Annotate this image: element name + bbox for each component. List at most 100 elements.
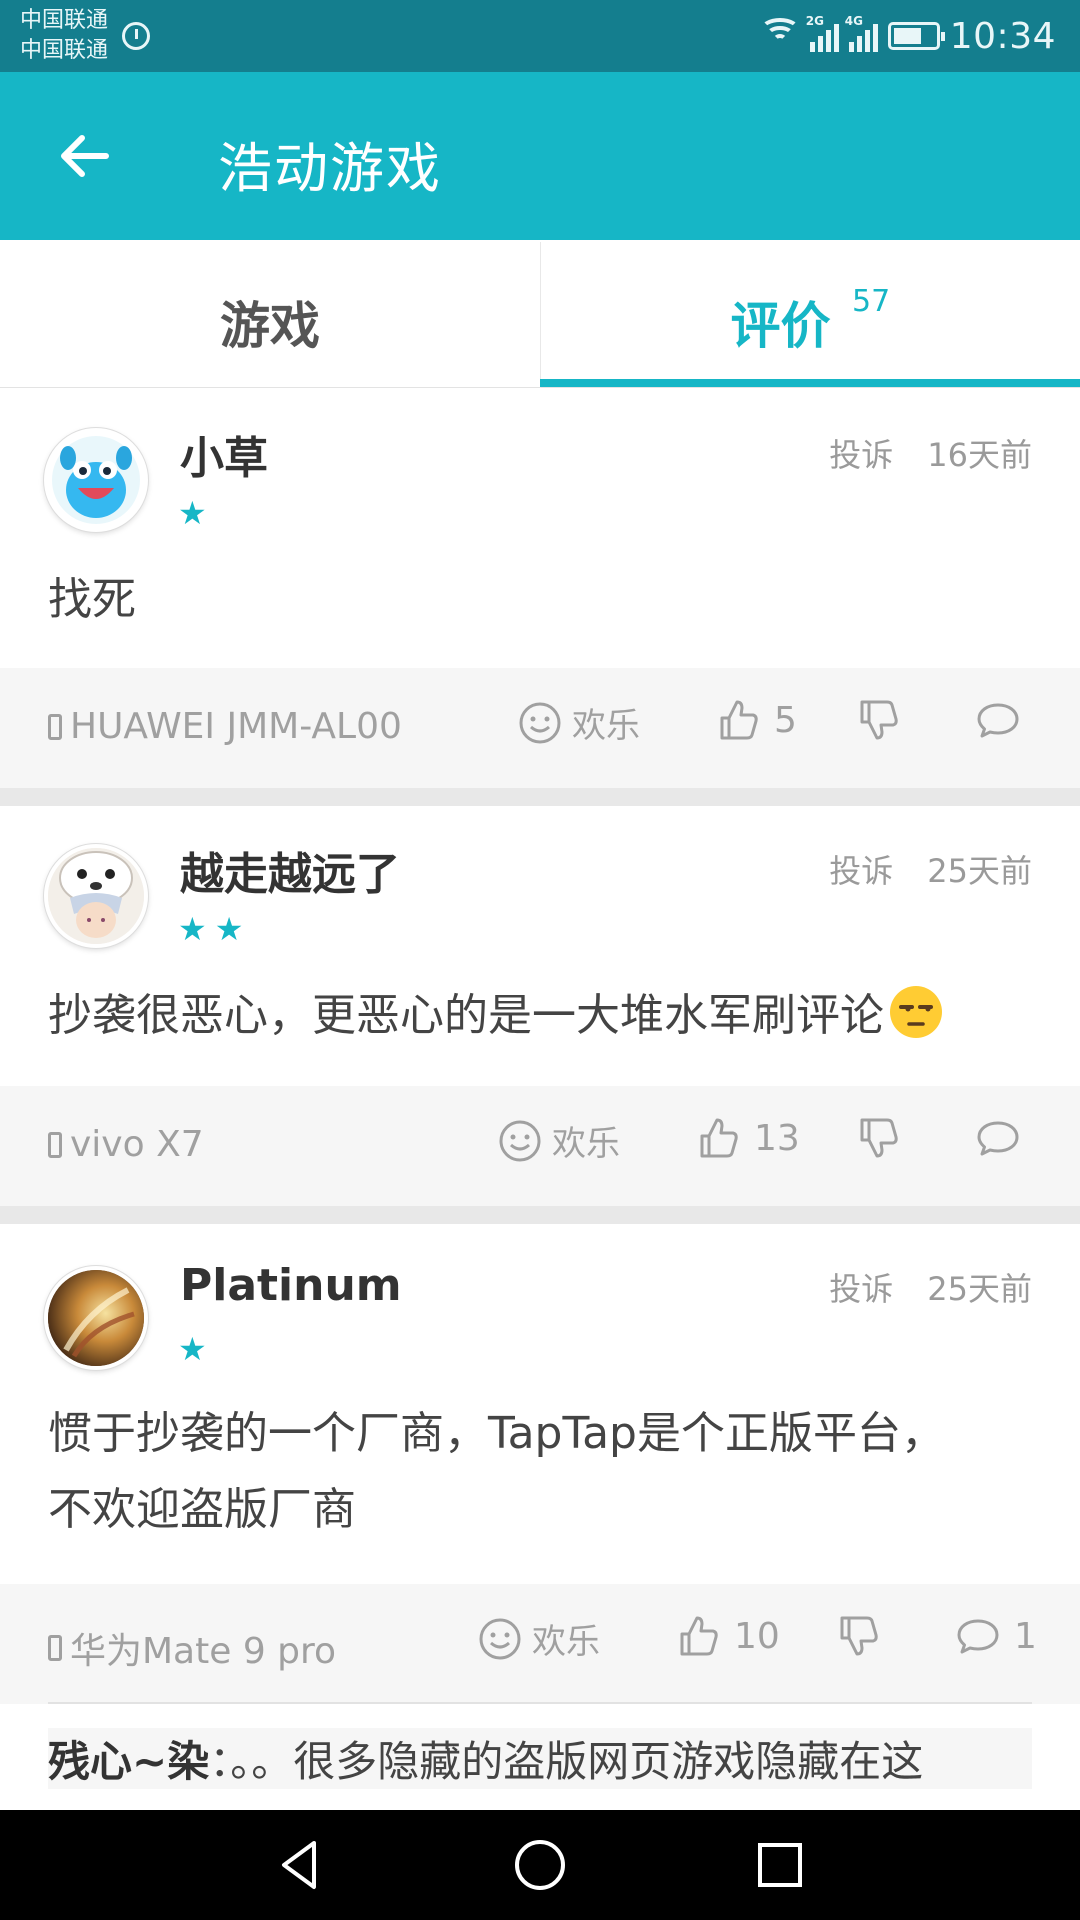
tab-bar: 游戏 评价 57 — [0, 242, 1080, 388]
carrier-2: 中国联通 — [20, 38, 109, 63]
tab-reviews[interactable]: 评价 — [540, 242, 1080, 388]
mood-label: 欢乐 — [572, 706, 640, 746]
avatar-artwork-image — [48, 1270, 144, 1366]
avatar-anime-image — [48, 848, 144, 944]
review-meta: 投诉 25天前 — [829, 1264, 1032, 1310]
thumbs-down-icon — [860, 700, 898, 740]
phone-icon — [48, 1131, 62, 1158]
report-link[interactable]: 投诉 — [829, 436, 893, 474]
comment-button[interactable] — [976, 698, 1020, 742]
device-info: 华为Mate 9 pro — [48, 1622, 336, 1674]
like-button[interactable]: 5 — [716, 698, 797, 742]
review-time: 16天前 — [927, 436, 1032, 474]
reply-preview[interactable]: 残心~染：。。很多隐藏的盗版网页游戏隐藏在这 — [48, 1728, 1032, 1789]
author-name[interactable]: 越走越远了 — [180, 838, 400, 902]
wifi-icon — [759, 18, 800, 54]
smiley-icon — [519, 702, 561, 743]
review-text: 惯于抄袭的一个厂商，TapTap是个正版平台， 不欢迎盗版厂商 — [48, 1396, 1032, 1548]
avatar-mascot-image — [52, 436, 140, 524]
comment-button[interactable] — [976, 1116, 1020, 1160]
alarm-icon — [122, 22, 150, 50]
battery-icon — [887, 22, 945, 50]
arrow-left-icon — [61, 135, 109, 177]
footer-divider — [48, 1702, 1032, 1704]
review-card: 越走越远了 投诉 25天前 ★★ 抄袭很恶心，更恶心的是一大堆水军刷评论 vivo… — [0, 806, 1080, 1206]
nav-recents-button[interactable] — [750, 1835, 810, 1895]
review-text: 抄袭很恶心，更恶心的是一大堆水军刷评论 — [48, 978, 1032, 1054]
tab-games[interactable]: 游戏 — [0, 242, 540, 388]
square-recents-icon — [758, 1843, 802, 1887]
thumbs-down-icon — [840, 1616, 878, 1656]
comment-icon — [977, 1121, 1019, 1156]
thumbs-down-icon — [860, 1118, 898, 1158]
nav-home-button[interactable] — [510, 1835, 570, 1895]
device-label: vivo X7 — [70, 1124, 204, 1165]
review-text: 找死 — [48, 574, 136, 625]
mood-tag: 欢乐 — [498, 1116, 620, 1165]
reply-text: 。。很多隐藏的盗版网页游戏隐藏在这 — [230, 1737, 924, 1786]
mood-label: 欢乐 — [532, 1622, 600, 1662]
app-bar: 浩动游戏 — [0, 72, 1080, 240]
signal-4g-icon: 4G — [845, 14, 878, 52]
review-meta: 投诉 25天前 — [829, 846, 1032, 892]
triangle-back-icon — [282, 1841, 316, 1889]
like-button[interactable]: 10 — [676, 1614, 780, 1658]
device-label: HUAWEI JMM-AL00 — [70, 706, 402, 747]
signal-2g-icon: 2G — [806, 14, 839, 52]
avatar[interactable] — [44, 844, 148, 948]
reply-separator: ： — [209, 1737, 231, 1786]
review-text-line: 惯于抄袭的一个厂商，TapTap是个正版平台， — [48, 1408, 945, 1459]
back-button[interactable] — [54, 126, 114, 186]
reply-author[interactable]: 残心~染 — [48, 1737, 209, 1786]
mood-tag: 欢乐 — [518, 698, 640, 747]
dislike-button[interactable] — [836, 1614, 880, 1658]
mood-label: 欢乐 — [552, 1124, 620, 1164]
device-info: vivo X7 — [48, 1124, 204, 1165]
divider — [0, 1206, 1080, 1224]
review-footer: vivo X7 欢乐 13 — [0, 1086, 1080, 1206]
dislike-button[interactable] — [856, 698, 900, 742]
review-text-line: 不欢迎盗版厂商 — [48, 1484, 356, 1535]
carrier-labels: 中国联通 中国联通 — [20, 6, 108, 66]
like-count: 10 — [734, 1615, 780, 1657]
tab-indicator — [540, 379, 1080, 387]
smiley-icon — [479, 1618, 521, 1659]
smiley-icon — [499, 1120, 541, 1161]
dislike-button[interactable] — [856, 1116, 900, 1160]
star-rating: ★ — [178, 494, 215, 532]
like-button[interactable]: 13 — [696, 1116, 800, 1160]
thumbs-up-icon — [680, 1616, 718, 1656]
report-link[interactable]: 投诉 — [829, 1270, 893, 1308]
review-text-content: 抄袭很恶心，更恶心的是一大堆水军刷评论 — [48, 990, 884, 1041]
system-nav-bar — [0, 1810, 1080, 1920]
phone-icon — [48, 713, 62, 740]
author-name[interactable]: Platinum — [180, 1260, 402, 1311]
circle-home-icon — [515, 1840, 565, 1890]
avatar[interactable] — [44, 428, 148, 532]
clock: 10:34 — [949, 15, 1056, 57]
device-label: 华为Mate 9 pro — [70, 1631, 337, 1672]
star-rating: ★★ — [178, 910, 252, 948]
review-time: 25天前 — [927, 852, 1032, 890]
report-link[interactable]: 投诉 — [829, 852, 893, 890]
thumbs-up-icon — [720, 700, 758, 740]
review-card: 小草 投诉 16天前 ★ 找死 HUAWEI JMM-AL00 欢乐 5 — [0, 390, 1080, 788]
phone-icon — [48, 1635, 62, 1661]
comment-icon — [977, 703, 1019, 738]
status-bar: 中国联通 中国联通 2G 4G 10:34 — [0, 0, 1080, 72]
device-info: HUAWEI JMM-AL00 — [48, 706, 402, 747]
review-footer: 华为Mate 9 pro 欢乐 10 1 — [0, 1584, 1080, 1704]
like-count: 5 — [774, 699, 797, 741]
star-rating: ★ — [178, 1330, 215, 1368]
nav-back-button[interactable] — [270, 1835, 330, 1895]
comment-button[interactable]: 1 — [956, 1614, 1037, 1658]
status-icons: 2G 4G 10:34 — [759, 10, 1056, 62]
page-title: 浩动游戏 — [218, 137, 442, 200]
like-count: 13 — [754, 1117, 800, 1159]
unamused-emoji-icon — [890, 986, 942, 1038]
divider — [0, 788, 1080, 806]
comment-count: 1 — [1014, 1615, 1037, 1657]
avatar[interactable] — [44, 1266, 148, 1370]
author-name[interactable]: 小草 — [180, 422, 268, 486]
screen: 中国联通 中国联通 2G 4G 10:34 浩动游戏 游戏 评价 57 小草 投… — [0, 0, 1080, 1920]
